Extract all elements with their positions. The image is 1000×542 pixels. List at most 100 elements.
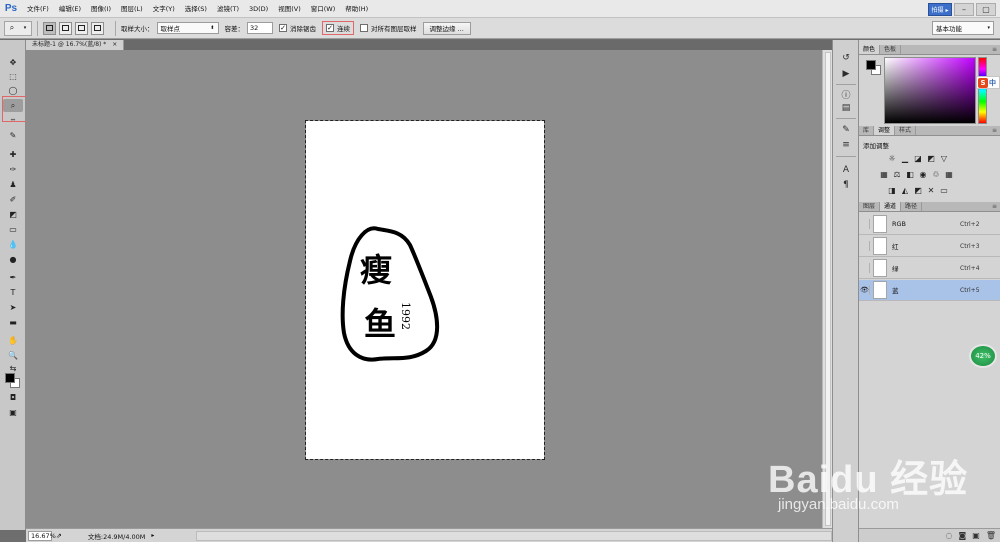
tolerance-input[interactable]: 32 xyxy=(247,22,273,34)
visibility-toggle[interactable] xyxy=(860,263,870,273)
path-selection-tool-icon[interactable]: ➤ xyxy=(3,301,23,314)
brush-panel-icon[interactable]: ✎ xyxy=(839,124,853,136)
move-tool-icon[interactable]: ✥ xyxy=(3,56,23,69)
zoom-level-field[interactable]: 16.67% xyxy=(28,530,56,541)
character-panel-icon[interactable]: A xyxy=(839,164,853,176)
tab-channels[interactable]: 通道 xyxy=(880,202,902,211)
new-selection-button[interactable] xyxy=(43,21,56,35)
horizontal-scrollbar[interactable] xyxy=(196,531,832,541)
hand-tool-icon[interactable]: ✋ xyxy=(3,334,23,347)
tab-styles[interactable]: 样式 xyxy=(895,126,917,135)
hue-slider[interactable] xyxy=(978,57,987,124)
menu-filter[interactable]: 滤镜(T) xyxy=(212,0,244,18)
history-panel-icon[interactable]: ↺ xyxy=(839,52,853,64)
menu-select[interactable]: 选择(S) xyxy=(180,0,212,18)
menu-edit[interactable]: 编辑(E) xyxy=(54,0,86,18)
brush-tool-icon[interactable]: ✑ xyxy=(3,163,23,176)
menu-layer[interactable]: 图层(L) xyxy=(116,0,148,18)
progress-badge[interactable]: 42% xyxy=(969,344,997,368)
properties-panel-icon[interactable]: ▤ xyxy=(839,102,853,114)
delete-channel-icon[interactable]: 🗑 xyxy=(986,531,996,540)
threshold-icon[interactable]: ◩ xyxy=(913,185,923,195)
exposure-icon[interactable]: ◩ xyxy=(926,153,936,163)
antialias-checkbox[interactable]: ✓ xyxy=(279,24,287,32)
tab-layers[interactable]: 图层 xyxy=(859,202,881,211)
tab-paths[interactable]: 路径 xyxy=(901,202,923,211)
maximize-button[interactable]: ▢ xyxy=(976,2,996,16)
pen-tool-icon[interactable]: ✒ xyxy=(3,271,23,284)
photo-filter-icon[interactable]: ◉ xyxy=(918,169,928,179)
hue-saturation-icon[interactable]: ▦ xyxy=(879,169,889,179)
color-panel-foreground-swatch[interactable] xyxy=(866,60,876,70)
intersect-selection-button[interactable] xyxy=(91,21,104,35)
visibility-toggle[interactable] xyxy=(860,241,870,251)
tab-adjustments[interactable]: 调整 xyxy=(874,126,896,135)
marquee-tool-icon[interactable]: ⬚ xyxy=(3,70,23,83)
eyedropper-tool-icon[interactable]: ✎ xyxy=(3,129,23,142)
rectangle-tool-icon[interactable]: ▬ xyxy=(3,316,23,329)
clone-stamp-tool-icon[interactable]: ♟ xyxy=(3,178,23,191)
menu-window[interactable]: 窗口(W) xyxy=(306,0,341,18)
subtract-selection-button[interactable] xyxy=(75,21,88,35)
all-layers-checkbox[interactable] xyxy=(360,24,368,32)
new-channel-icon[interactable]: ▣ xyxy=(972,531,980,540)
visibility-toggle[interactable] xyxy=(860,219,870,229)
panel-menu-icon[interactable]: ≡ xyxy=(992,202,997,212)
gradient-map-icon[interactable]: ▭ xyxy=(939,185,949,195)
minimize-button[interactable]: – xyxy=(954,2,974,16)
color-balance-icon[interactable]: ⚖ xyxy=(892,169,902,179)
blur-tool-icon[interactable]: 💧 xyxy=(3,238,23,251)
selective-color-icon[interactable]: ✕ xyxy=(926,185,936,195)
info-panel-icon[interactable]: ⓘ xyxy=(839,88,853,101)
posterize-icon[interactable]: ◭ xyxy=(900,185,910,195)
zoom-tool-icon[interactable]: 🔍 xyxy=(3,349,23,362)
document-tab[interactable]: 未标题-1 @ 16.7%(蓝/8) * × xyxy=(26,40,125,50)
foreground-color-swatch[interactable] xyxy=(5,373,15,383)
channel-mixer-icon[interactable]: ♲ xyxy=(931,169,941,179)
vibrance-icon[interactable]: ▽ xyxy=(939,153,949,163)
color-lookup-icon[interactable]: ▦ xyxy=(944,169,954,179)
invert-icon[interactable]: ◨ xyxy=(887,185,897,195)
brush-presets-icon[interactable]: ≡ xyxy=(839,139,853,151)
canvas-area[interactable]: 瘦 鱼 1992 xyxy=(26,50,822,528)
brightness-icon[interactable]: ☼ xyxy=(887,153,897,163)
save-selection-icon[interactable]: ◙ xyxy=(959,531,967,540)
quick-mask-icon[interactable]: ◘ xyxy=(3,391,23,404)
channel-row-green[interactable]: 绿 Ctrl+4 xyxy=(859,258,1000,279)
panel-menu-icon[interactable]: ≡ xyxy=(992,126,997,136)
chevron-right-icon[interactable]: ▸ xyxy=(151,532,154,539)
menu-type[interactable]: 文字(Y) xyxy=(148,0,180,18)
dodge-tool-icon[interactable]: ● xyxy=(3,253,23,266)
contiguous-checkbox[interactable]: ✓ xyxy=(326,24,334,32)
paragraph-panel-icon[interactable]: ¶ xyxy=(839,179,853,191)
tab-libraries[interactable]: 库 xyxy=(859,126,875,135)
healing-brush-tool-icon[interactable]: ✚ xyxy=(3,148,23,161)
gradient-tool-icon[interactable]: ▭ xyxy=(3,223,23,236)
eye-icon[interactable]: 👁 xyxy=(860,285,870,295)
document-canvas[interactable]: 瘦 鱼 1992 xyxy=(305,120,545,460)
sample-size-dropdown[interactable]: 取样点 ⬍ xyxy=(156,22,219,34)
ime-toolbar[interactable]: S 中 xyxy=(976,76,1000,89)
color-picker-field[interactable] xyxy=(884,57,976,124)
menu-view[interactable]: 视图(V) xyxy=(273,0,306,18)
add-to-selection-button[interactable] xyxy=(59,21,72,35)
panel-menu-icon[interactable]: ≡ xyxy=(992,45,997,55)
capture-button[interactable]: 拍摄 ▸ xyxy=(928,2,952,16)
curves-icon[interactable]: ◪ xyxy=(913,153,923,163)
channel-row-blue[interactable]: 👁 蓝 Ctrl+5 xyxy=(859,280,1000,301)
refine-edge-button[interactable]: 调整边缘 ... xyxy=(422,21,471,35)
menu-3d[interactable]: 3D(D) xyxy=(244,0,273,18)
levels-icon[interactable]: ▁ xyxy=(900,153,910,163)
menu-help[interactable]: 帮助(H) xyxy=(340,0,373,18)
tool-preset-picker[interactable]: ⌕ ▾ xyxy=(4,20,32,36)
menu-image[interactable]: 图像(I) xyxy=(86,0,116,18)
actions-panel-icon[interactable]: ▶ xyxy=(839,68,853,80)
close-icon[interactable]: × xyxy=(112,41,117,48)
channel-row-rgb[interactable]: RGB Ctrl+2 xyxy=(859,214,1000,235)
tab-color[interactable]: 颜色 xyxy=(859,45,881,54)
tab-swatches[interactable]: 色板 xyxy=(880,45,902,54)
black-white-icon[interactable]: ◧ xyxy=(905,169,915,179)
channel-row-red[interactable]: 红 Ctrl+3 xyxy=(859,236,1000,257)
workspace-switcher[interactable]: 基本功能 ▾ xyxy=(932,21,994,35)
screen-mode-icon[interactable]: ▣ xyxy=(3,406,23,419)
